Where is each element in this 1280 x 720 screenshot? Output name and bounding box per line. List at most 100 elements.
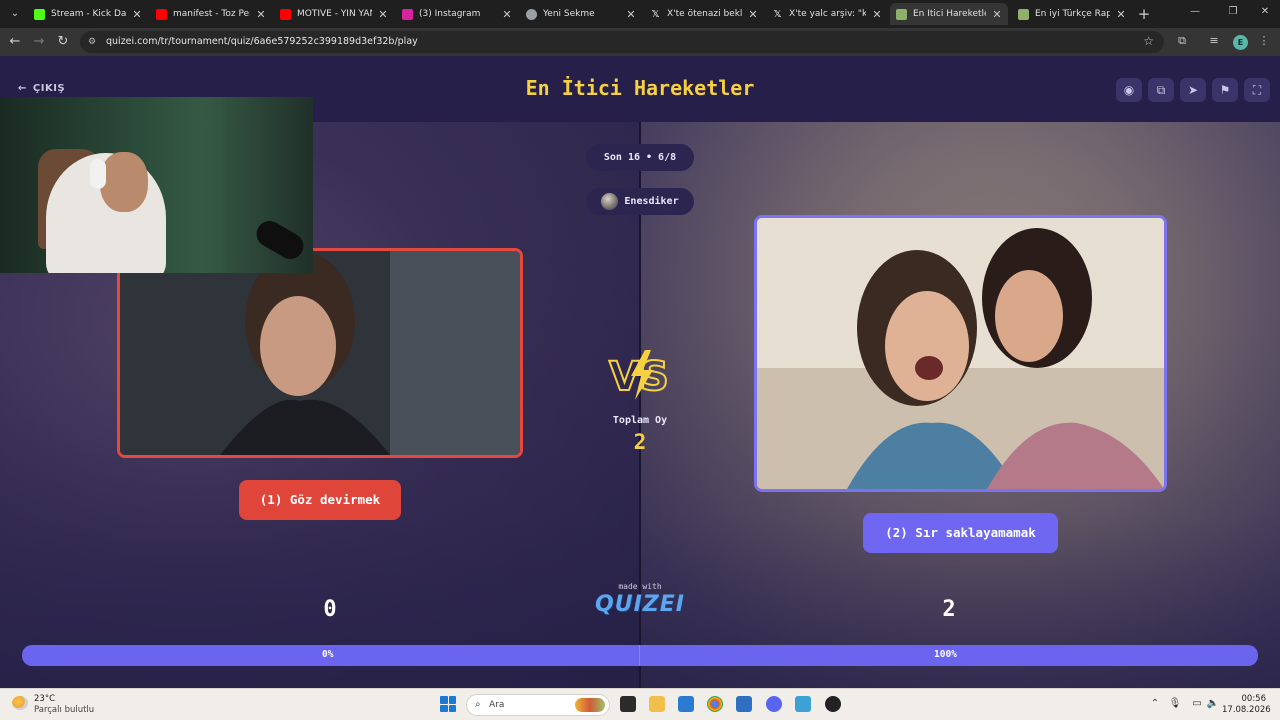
- youtube-icon: [280, 8, 291, 20]
- media-control-icon[interactable]: ≡: [1206, 34, 1222, 47]
- copy-icon[interactable]: ⧉: [1148, 78, 1174, 102]
- avatar: [601, 193, 619, 210]
- clock-time[interactable]: 00:56: [1222, 694, 1267, 704]
- microphone-icon[interactable]: 🎙: [1168, 698, 1182, 709]
- round-label: Son 16 • 6/8: [603, 152, 677, 163]
- tab-strip: ⌄ Stream - Kick Dashbo ✕ manifest - Toz …: [0, 0, 1280, 28]
- flag-icon[interactable]: ⚑: [1212, 78, 1238, 102]
- tab-title: X'te yalc arşiv: "kurtla: [789, 9, 866, 19]
- eye-icon[interactable]: ◉: [1116, 78, 1142, 102]
- reload-icon[interactable]: ↻: [54, 33, 72, 51]
- site-info-icon[interactable]: ⚙: [88, 36, 100, 48]
- made-with-label: made with: [618, 582, 662, 591]
- display-icon[interactable]: ▭: [1190, 698, 1204, 709]
- search-icon: ⌕: [475, 699, 481, 710]
- fullscreen-icon[interactable]: ⛶: [1244, 78, 1270, 102]
- close-icon[interactable]: ✕: [378, 8, 388, 21]
- tab-new-tab[interactable]: Yeni Sekme ✕: [520, 3, 642, 25]
- tab-x-2[interactable]: 𝕏 X'te yalc arşiv: "kurtla ✕: [766, 3, 888, 25]
- tab-youtube-motive[interactable]: MOTIVE - YIN YANG ( ✕: [274, 3, 394, 25]
- search-highlight-icon: [575, 698, 605, 712]
- minimize-icon[interactable]: —: [1188, 6, 1202, 17]
- tab-x-1[interactable]: 𝕏 X'te ötenazi bekliyor ✕: [644, 3, 764, 25]
- tab-youtube-manifest[interactable]: manifest - Toz Pembe ✕: [150, 3, 272, 25]
- browser-toolbar: ← → ↻ ⚙ quizei.com/tr/tournament/quiz/6a…: [0, 28, 1280, 56]
- notepad-icon[interactable]: [795, 696, 811, 712]
- windows-start-icon[interactable]: [440, 696, 456, 712]
- obs-icon[interactable]: [825, 696, 841, 712]
- restore-icon[interactable]: ❐: [1226, 6, 1240, 17]
- option-left-button[interactable]: (1) Göz devirmek: [239, 480, 401, 520]
- discord-icon[interactable]: [766, 696, 782, 712]
- tab-kick[interactable]: Stream - Kick Dashbo ✕: [28, 3, 148, 25]
- windows-taskbar: 23°C Parçalı bulutlu ⌕ Ara ⌃ 🎙 ▭ 🔈 00:56…: [0, 688, 1280, 720]
- address-bar[interactable]: ⚙ quizei.com/tr/tournament/quiz/6a6e5792…: [80, 31, 1164, 53]
- url-text[interactable]: quizei.com/tr/tournament/quiz/6a6e579252…: [106, 36, 418, 47]
- close-icon[interactable]: ✕: [748, 8, 758, 21]
- left-percent: 0%: [322, 649, 334, 660]
- total-votes-value: 2: [633, 430, 647, 454]
- weather-partly-cloudy-icon[interactable]: [12, 696, 28, 710]
- microsoft-store-icon[interactable]: [678, 696, 694, 712]
- search-placeholder: Ara: [489, 700, 505, 710]
- tab-title: En iyi Türkçe Rap Şarl: [1035, 9, 1110, 19]
- right-percent: 100%: [934, 649, 957, 660]
- option-right-button[interactable]: (2) Sır saklayamamak: [863, 513, 1058, 553]
- webcam-overlay: [0, 97, 313, 273]
- tab-instagram[interactable]: (3) Instagram ✕: [396, 3, 518, 25]
- volume-icon[interactable]: 🔈: [1206, 698, 1220, 709]
- clock-date[interactable]: 17.08.2026: [1222, 705, 1271, 715]
- x-icon: 𝕏: [772, 8, 783, 20]
- quizei-logo[interactable]: QUIZEI: [580, 592, 700, 617]
- tab-title: MOTIVE - YIN YANG (: [297, 9, 372, 19]
- round-badge: Son 16 • 6/8: [586, 144, 694, 171]
- close-icon[interactable]: ✕: [1116, 8, 1126, 21]
- microphone: [251, 216, 309, 264]
- extensions-icon[interactable]: ⧉: [1174, 34, 1190, 48]
- menu-dots-icon[interactable]: ⋮: [1256, 34, 1272, 47]
- close-icon[interactable]: ✕: [256, 8, 266, 21]
- close-icon[interactable]: ✕: [992, 8, 1002, 21]
- chrome-icon[interactable]: [707, 696, 723, 712]
- tab-quizei-active[interactable]: En İtici Hareketler - T ✕: [890, 3, 1008, 25]
- instagram-icon: [402, 8, 413, 20]
- close-icon[interactable]: ✕: [502, 8, 512, 21]
- user-badge: Enesdiker: [586, 188, 694, 215]
- close-icon[interactable]: ✕: [626, 8, 636, 21]
- women-whisper-photo: [757, 218, 1164, 489]
- left-vote-count: 0: [323, 597, 337, 622]
- x-icon: 𝕏: [650, 8, 661, 20]
- option-right-image[interactable]: [754, 215, 1167, 492]
- option-left-image[interactable]: [117, 248, 523, 458]
- bookmark-star-icon[interactable]: ☆: [1143, 34, 1154, 48]
- new-tab-button[interactable]: +: [1136, 5, 1152, 23]
- taskbar-search[interactable]: ⌕ Ara: [466, 694, 610, 716]
- close-icon[interactable]: ✕: [132, 8, 142, 21]
- tab-search-button[interactable]: ⌄: [6, 5, 24, 23]
- close-icon[interactable]: ✕: [872, 8, 882, 21]
- progress-divider: [639, 645, 640, 666]
- tab-title: manifest - Toz Pembe: [173, 9, 250, 19]
- file-explorer-icon[interactable]: [649, 696, 665, 712]
- vote-progress-bar: 0% 100%: [22, 645, 1258, 666]
- youtube-icon: [156, 8, 167, 20]
- vs-lightning-icon: VS: [608, 350, 670, 401]
- forward-icon[interactable]: →: [30, 33, 48, 51]
- kick-icon: [34, 8, 45, 20]
- weather-description[interactable]: Parçalı bulutlu: [34, 705, 94, 715]
- window-close-icon[interactable]: ✕: [1258, 6, 1272, 17]
- chevron-up-icon[interactable]: ⌃: [1148, 698, 1162, 709]
- tab-quizei-rap[interactable]: En iyi Türkçe Rap Şarl ✕: [1012, 3, 1132, 25]
- back-icon[interactable]: ←: [6, 33, 24, 51]
- profile-avatar[interactable]: E: [1233, 35, 1248, 50]
- weather-temperature[interactable]: 23°C: [34, 694, 55, 704]
- tab-title: Yeni Sekme: [543, 9, 595, 19]
- streamer-head: [100, 152, 148, 212]
- chrome-icon: [526, 8, 537, 20]
- right-vote-count: 2: [942, 597, 956, 622]
- task-view-icon[interactable]: [620, 696, 636, 712]
- tab-title: En İtici Hareketler - T: [913, 9, 986, 19]
- tab-title: (3) Instagram: [419, 9, 481, 19]
- outlook-icon[interactable]: [736, 696, 752, 712]
- send-icon[interactable]: ➤: [1180, 78, 1206, 102]
